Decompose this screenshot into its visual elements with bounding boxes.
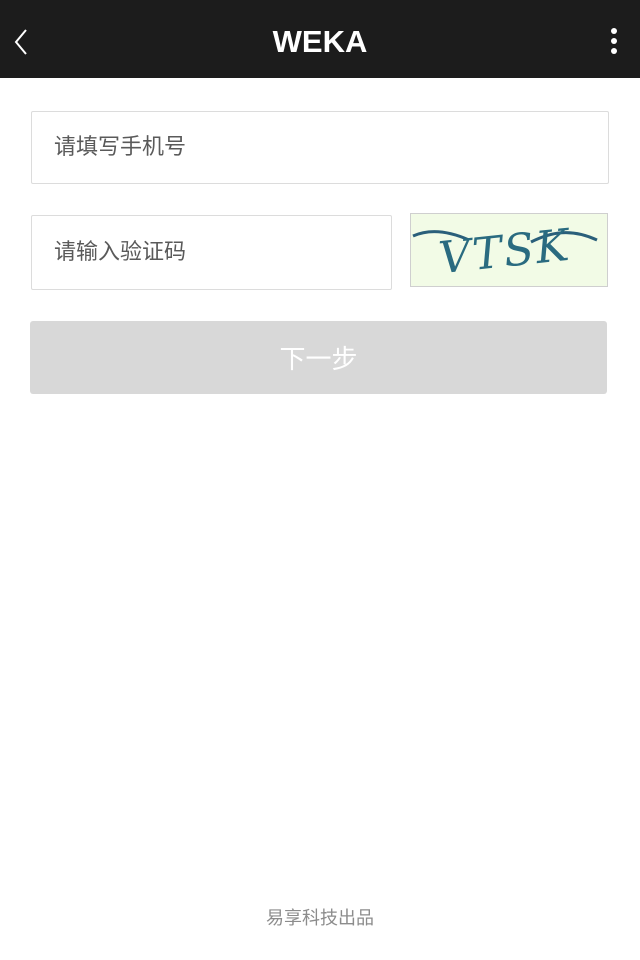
top-bar: WEKA bbox=[0, 0, 640, 78]
captcha-image[interactable]: VTSK bbox=[410, 213, 608, 287]
more-menu-button[interactable] bbox=[602, 26, 626, 56]
verification-code-input[interactable] bbox=[32, 216, 391, 289]
captcha-graphic: VTSK bbox=[412, 220, 598, 285]
phone-field bbox=[31, 111, 609, 184]
more-vertical-icon bbox=[611, 28, 617, 54]
chevron-left-icon bbox=[14, 29, 27, 55]
captcha-text: VTSK bbox=[436, 220, 573, 285]
page-title: WEKA bbox=[272, 24, 368, 59]
phone-input[interactable] bbox=[32, 112, 608, 183]
back-button[interactable] bbox=[6, 22, 40, 62]
code-field bbox=[31, 215, 392, 290]
app-screen: WEKA VTSK 下一步 易享科技出品 bbox=[0, 0, 640, 960]
footer-credit: 易享科技出品 bbox=[266, 908, 374, 929]
next-step-button[interactable]: 下一步 bbox=[30, 321, 607, 394]
